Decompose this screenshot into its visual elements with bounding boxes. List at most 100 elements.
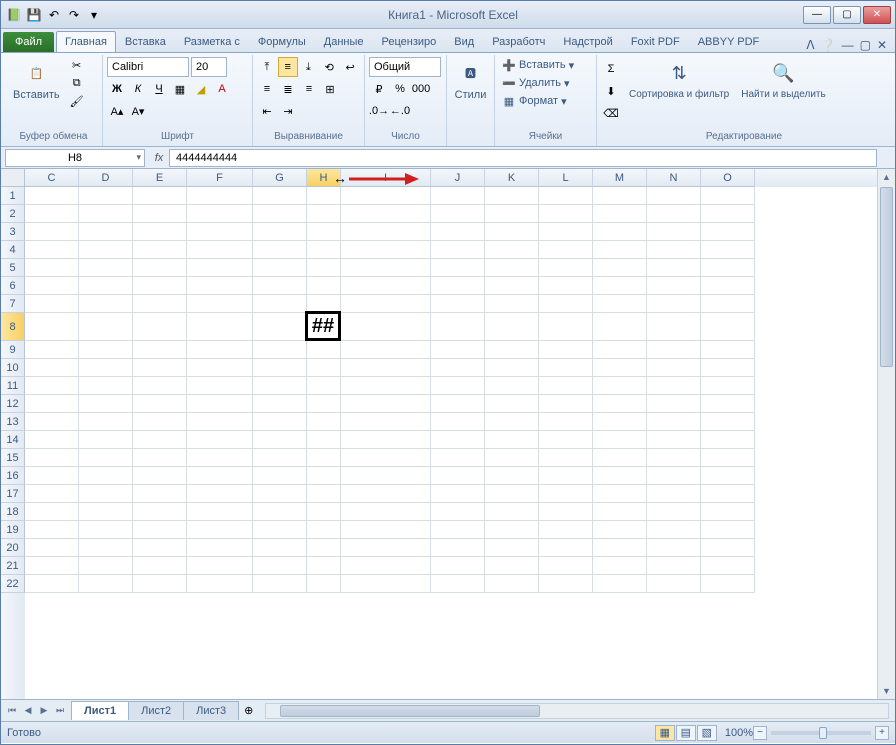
cell-O12[interactable] bbox=[701, 395, 755, 413]
cell-J11[interactable] bbox=[431, 377, 485, 395]
cell-K12[interactable] bbox=[485, 395, 539, 413]
copy-icon[interactable]: ⧉ bbox=[68, 75, 86, 91]
cell-E13[interactable] bbox=[133, 413, 187, 431]
cell-F21[interactable] bbox=[187, 557, 253, 575]
column-header-K[interactable]: K bbox=[485, 169, 539, 187]
fill-color-button[interactable]: ◢ bbox=[191, 79, 211, 99]
align-left-icon[interactable]: ≡ bbox=[257, 79, 277, 99]
cell-I5[interactable] bbox=[341, 259, 431, 277]
cell-F13[interactable] bbox=[187, 413, 253, 431]
find-select-button[interactable]: 🔍 Найти и выделить bbox=[737, 57, 829, 102]
decrease-decimal-icon[interactable]: ←.0 bbox=[390, 101, 410, 121]
close-button[interactable]: ✕ bbox=[863, 6, 891, 24]
cell-J18[interactable] bbox=[431, 503, 485, 521]
cell-J3[interactable] bbox=[431, 223, 485, 241]
cell-G19[interactable] bbox=[253, 521, 307, 539]
cell-G4[interactable] bbox=[253, 241, 307, 259]
cell-L8[interactable] bbox=[539, 313, 593, 341]
cell-M16[interactable] bbox=[593, 467, 647, 485]
fx-button[interactable]: fx bbox=[149, 149, 169, 167]
view-pagebreak-icon[interactable]: ▧ bbox=[697, 725, 717, 741]
cell-K2[interactable] bbox=[485, 205, 539, 223]
cell-G2[interactable] bbox=[253, 205, 307, 223]
align-top-icon[interactable]: ⤒ bbox=[257, 57, 277, 77]
cell-L13[interactable] bbox=[539, 413, 593, 431]
cell-N5[interactable] bbox=[647, 259, 701, 277]
cell-I13[interactable] bbox=[341, 413, 431, 431]
format-painter-icon[interactable]: 🖌 bbox=[68, 93, 86, 109]
cell-H15[interactable] bbox=[307, 449, 341, 467]
cell-I11[interactable] bbox=[341, 377, 431, 395]
align-middle-icon[interactable]: ≡ bbox=[278, 57, 298, 77]
cell-L15[interactable] bbox=[539, 449, 593, 467]
cell-I15[interactable] bbox=[341, 449, 431, 467]
column-header-D[interactable]: D bbox=[79, 169, 133, 187]
cell-M5[interactable] bbox=[593, 259, 647, 277]
border-button[interactable]: ▦ bbox=[170, 79, 190, 99]
column-header-I[interactable]: I bbox=[341, 169, 431, 187]
cell-C3[interactable] bbox=[25, 223, 79, 241]
column-header-H[interactable]: H bbox=[307, 169, 341, 187]
font-size-select[interactable]: 20 bbox=[191, 57, 227, 77]
cell-K3[interactable] bbox=[485, 223, 539, 241]
cell-C10[interactable] bbox=[25, 359, 79, 377]
doc-close-icon[interactable]: ✕ bbox=[877, 38, 887, 52]
cell-I19[interactable] bbox=[341, 521, 431, 539]
cell-D12[interactable] bbox=[79, 395, 133, 413]
cell-N15[interactable] bbox=[647, 449, 701, 467]
cell-D2[interactable] bbox=[79, 205, 133, 223]
cell-C16[interactable] bbox=[25, 467, 79, 485]
cell-I9[interactable] bbox=[341, 341, 431, 359]
cell-F18[interactable] bbox=[187, 503, 253, 521]
zoom-in-button[interactable]: + bbox=[875, 726, 889, 740]
cell-E21[interactable] bbox=[133, 557, 187, 575]
sort-filter-button[interactable]: ⇅ Сортировка и фильтр bbox=[625, 57, 733, 102]
cell-N9[interactable] bbox=[647, 341, 701, 359]
cell-M22[interactable] bbox=[593, 575, 647, 593]
shrink-font-icon[interactable]: A▾ bbox=[128, 101, 148, 121]
cell-D16[interactable] bbox=[79, 467, 133, 485]
cell-O22[interactable] bbox=[701, 575, 755, 593]
cell-I4[interactable] bbox=[341, 241, 431, 259]
column-header-F[interactable]: F bbox=[187, 169, 253, 187]
cell-D17[interactable] bbox=[79, 485, 133, 503]
cell-J16[interactable] bbox=[431, 467, 485, 485]
zoom-slider[interactable] bbox=[771, 731, 871, 735]
cell-F15[interactable] bbox=[187, 449, 253, 467]
cell-G21[interactable] bbox=[253, 557, 307, 575]
name-box[interactable]: H8 bbox=[5, 149, 145, 167]
cell-C14[interactable] bbox=[25, 431, 79, 449]
cell-O19[interactable] bbox=[701, 521, 755, 539]
cell-J15[interactable] bbox=[431, 449, 485, 467]
cell-N3[interactable] bbox=[647, 223, 701, 241]
cell-G15[interactable] bbox=[253, 449, 307, 467]
cell-J13[interactable] bbox=[431, 413, 485, 431]
cell-I18[interactable] bbox=[341, 503, 431, 521]
cell-F2[interactable] bbox=[187, 205, 253, 223]
cell-L3[interactable] bbox=[539, 223, 593, 241]
tab-foxit[interactable]: Foxit PDF bbox=[622, 31, 689, 52]
cell-C11[interactable] bbox=[25, 377, 79, 395]
merge-icon[interactable]: ⊞ bbox=[320, 79, 340, 99]
cell-C15[interactable] bbox=[25, 449, 79, 467]
cell-G6[interactable] bbox=[253, 277, 307, 295]
cell-C21[interactable] bbox=[25, 557, 79, 575]
zoom-handle[interactable] bbox=[819, 727, 827, 739]
bold-button[interactable]: Ж bbox=[107, 79, 127, 99]
cell-D1[interactable] bbox=[79, 187, 133, 205]
cell-K9[interactable] bbox=[485, 341, 539, 359]
cell-M10[interactable] bbox=[593, 359, 647, 377]
cell-H21[interactable] bbox=[307, 557, 341, 575]
cell-M20[interactable] bbox=[593, 539, 647, 557]
row-header-11[interactable]: 11 bbox=[1, 377, 25, 395]
cell-I3[interactable] bbox=[341, 223, 431, 241]
cell-D7[interactable] bbox=[79, 295, 133, 313]
qat-redo-icon[interactable]: ↷ bbox=[65, 6, 83, 24]
cell-G16[interactable] bbox=[253, 467, 307, 485]
row-header-3[interactable]: 3 bbox=[1, 223, 25, 241]
cell-I2[interactable] bbox=[341, 205, 431, 223]
percent-icon[interactable]: % bbox=[390, 79, 410, 99]
cell-F16[interactable] bbox=[187, 467, 253, 485]
fill-icon[interactable]: ⬇ bbox=[601, 81, 621, 101]
cell-D4[interactable] bbox=[79, 241, 133, 259]
